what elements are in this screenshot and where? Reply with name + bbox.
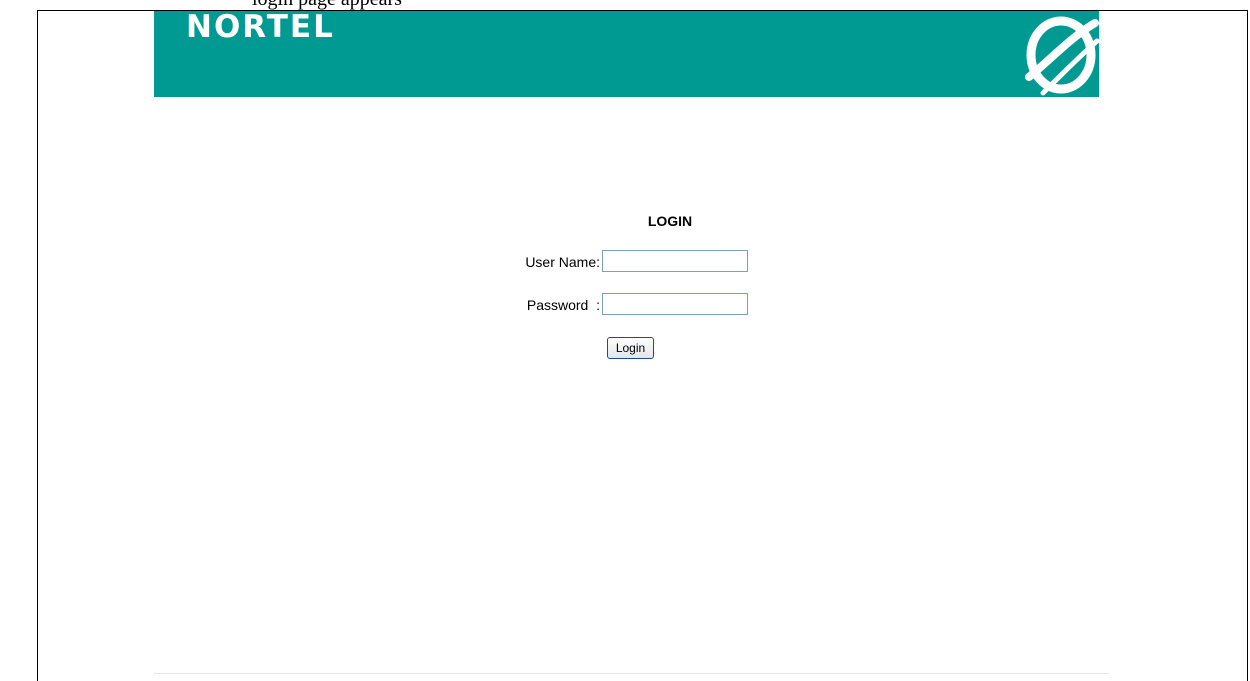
login-button[interactable]: Login: [607, 337, 654, 359]
brand-logo-text: NORTEL: [186, 9, 335, 45]
username-input[interactable]: [602, 250, 748, 272]
login-title: LOGIN: [647, 213, 693, 229]
header-banner: NORTEL: [154, 9, 1099, 97]
username-label: User Name:: [525, 254, 600, 270]
footer-divider: [154, 673, 1109, 674]
password-label: Password :: [526, 297, 600, 313]
nortel-globe-icon: [1025, 16, 1099, 96]
password-input[interactable]: [602, 293, 748, 315]
